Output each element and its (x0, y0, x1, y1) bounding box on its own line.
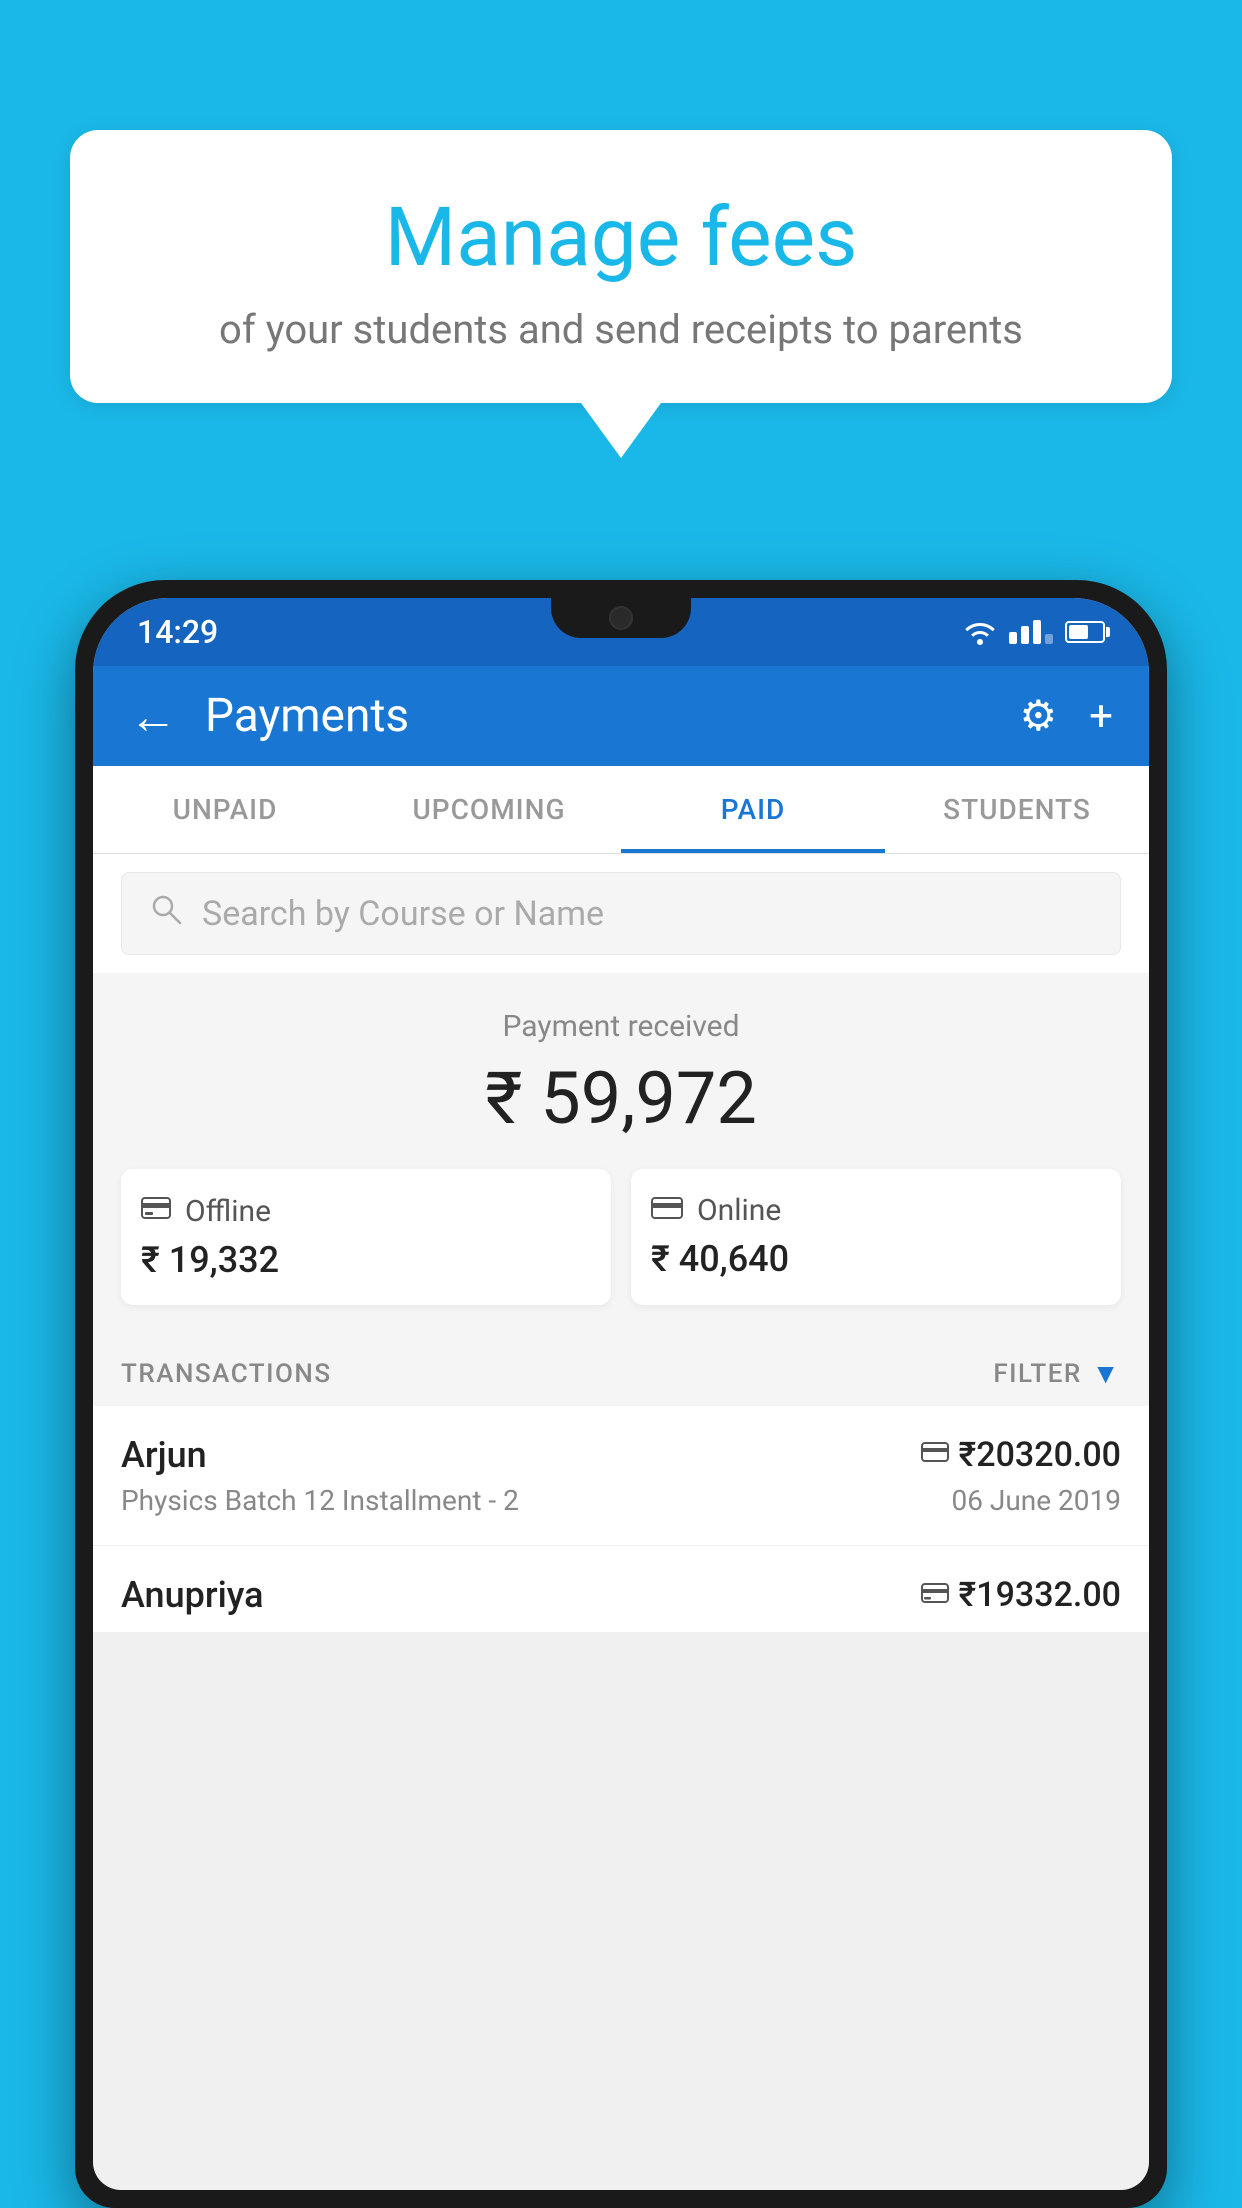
battery-icon (1065, 621, 1105, 643)
filter-icon: ▼ (1092, 1357, 1121, 1390)
transaction-course: Physics Batch 12 Installment - 2 (121, 1484, 519, 1517)
transaction-name: Arjun (121, 1434, 207, 1476)
online-icon (651, 1193, 683, 1228)
tab-upcoming[interactable]: UPCOMING (357, 766, 621, 853)
offline-card-header: Offline (141, 1193, 591, 1229)
transaction-row[interactable]: Arjun ₹20320.00 Physics Batch 12 Install… (93, 1406, 1149, 1546)
search-icon (150, 893, 182, 934)
search-bar[interactable]: Search by Course or Name (121, 872, 1121, 955)
online-label: Online (697, 1193, 781, 1228)
app-header: ← Payments ⚙ + (93, 666, 1149, 766)
transaction-amount-2: ₹19332.00 (959, 1575, 1121, 1615)
header-title: Payments (205, 689, 1020, 743)
tab-unpaid[interactable]: UNPAID (93, 766, 357, 853)
search-input-placeholder: Search by Course or Name (202, 894, 604, 934)
phone-screen: 14:29 ← Pay (93, 598, 1149, 2190)
payment-cards: Offline ₹ 19,332 Online (121, 1169, 1121, 1305)
phone-notch (551, 598, 691, 638)
speech-bubble-arrow (581, 403, 661, 458)
online-payment-card: Online ₹ 40,640 (631, 1169, 1121, 1305)
speech-bubble-container: Manage fees of your students and send re… (70, 130, 1172, 458)
transaction-date: 06 June 2019 (951, 1484, 1121, 1517)
status-time: 14:29 (137, 613, 218, 651)
offline-label: Offline (185, 1194, 271, 1229)
search-container: Search by Course or Name (93, 854, 1149, 973)
status-icons (963, 619, 1105, 645)
transactions-header: TRANSACTIONS FILTER ▼ (93, 1333, 1149, 1406)
offline-amount: ₹ 19,332 (141, 1239, 591, 1281)
transactions-label: TRANSACTIONS (121, 1359, 332, 1389)
phone-frame: 14:29 ← Pay (75, 580, 1167, 2208)
offline-payment-card: Offline ₹ 19,332 (121, 1169, 611, 1305)
transaction-row-bottom: Physics Batch 12 Installment - 2 06 June… (121, 1484, 1121, 1517)
online-card-header: Online (651, 1193, 1101, 1228)
transaction-amount: ₹20320.00 (959, 1435, 1121, 1475)
offline-icon (141, 1193, 171, 1229)
transaction-name-2: Anupriya (121, 1574, 264, 1616)
offline-payment-icon (921, 1579, 949, 1612)
payment-total-amount: ₹ 59,972 (121, 1056, 1121, 1141)
speech-bubble-subtitle: of your students and send receipts to pa… (150, 306, 1092, 353)
transaction-row-partial-top: Anupriya ₹19332.00 (121, 1574, 1121, 1616)
phone-camera (609, 606, 633, 630)
wifi-icon (963, 619, 997, 645)
transaction-row-top: Arjun ₹20320.00 (121, 1434, 1121, 1476)
speech-bubble-title: Manage fees (150, 190, 1092, 286)
back-button[interactable]: ← (129, 688, 177, 745)
transaction-amount-container: ₹20320.00 (921, 1435, 1121, 1475)
payment-received-label: Payment received (121, 1009, 1121, 1044)
tabs-bar: UNPAID UPCOMING PAID STUDENTS (93, 766, 1149, 854)
tab-students[interactable]: STUDENTS (885, 766, 1149, 853)
filter-button[interactable]: FILTER ▼ (993, 1357, 1121, 1390)
settings-icon[interactable]: ⚙ (1020, 691, 1058, 741)
tab-paid[interactable]: PAID (621, 766, 885, 853)
header-actions: ⚙ + (1020, 691, 1114, 741)
add-icon[interactable]: + (1089, 692, 1113, 741)
payment-summary: Payment received ₹ 59,972 Offline (93, 973, 1149, 1333)
transaction-row-partial[interactable]: Anupriya ₹19332.00 (93, 1546, 1149, 1632)
online-amount: ₹ 40,640 (651, 1238, 1101, 1280)
transaction-amount-container-2: ₹19332.00 (921, 1575, 1121, 1615)
speech-bubble: Manage fees of your students and send re… (70, 130, 1172, 403)
signal-icon (1009, 620, 1053, 644)
card-payment-icon (921, 1440, 949, 1470)
filter-label: FILTER (993, 1359, 1081, 1389)
